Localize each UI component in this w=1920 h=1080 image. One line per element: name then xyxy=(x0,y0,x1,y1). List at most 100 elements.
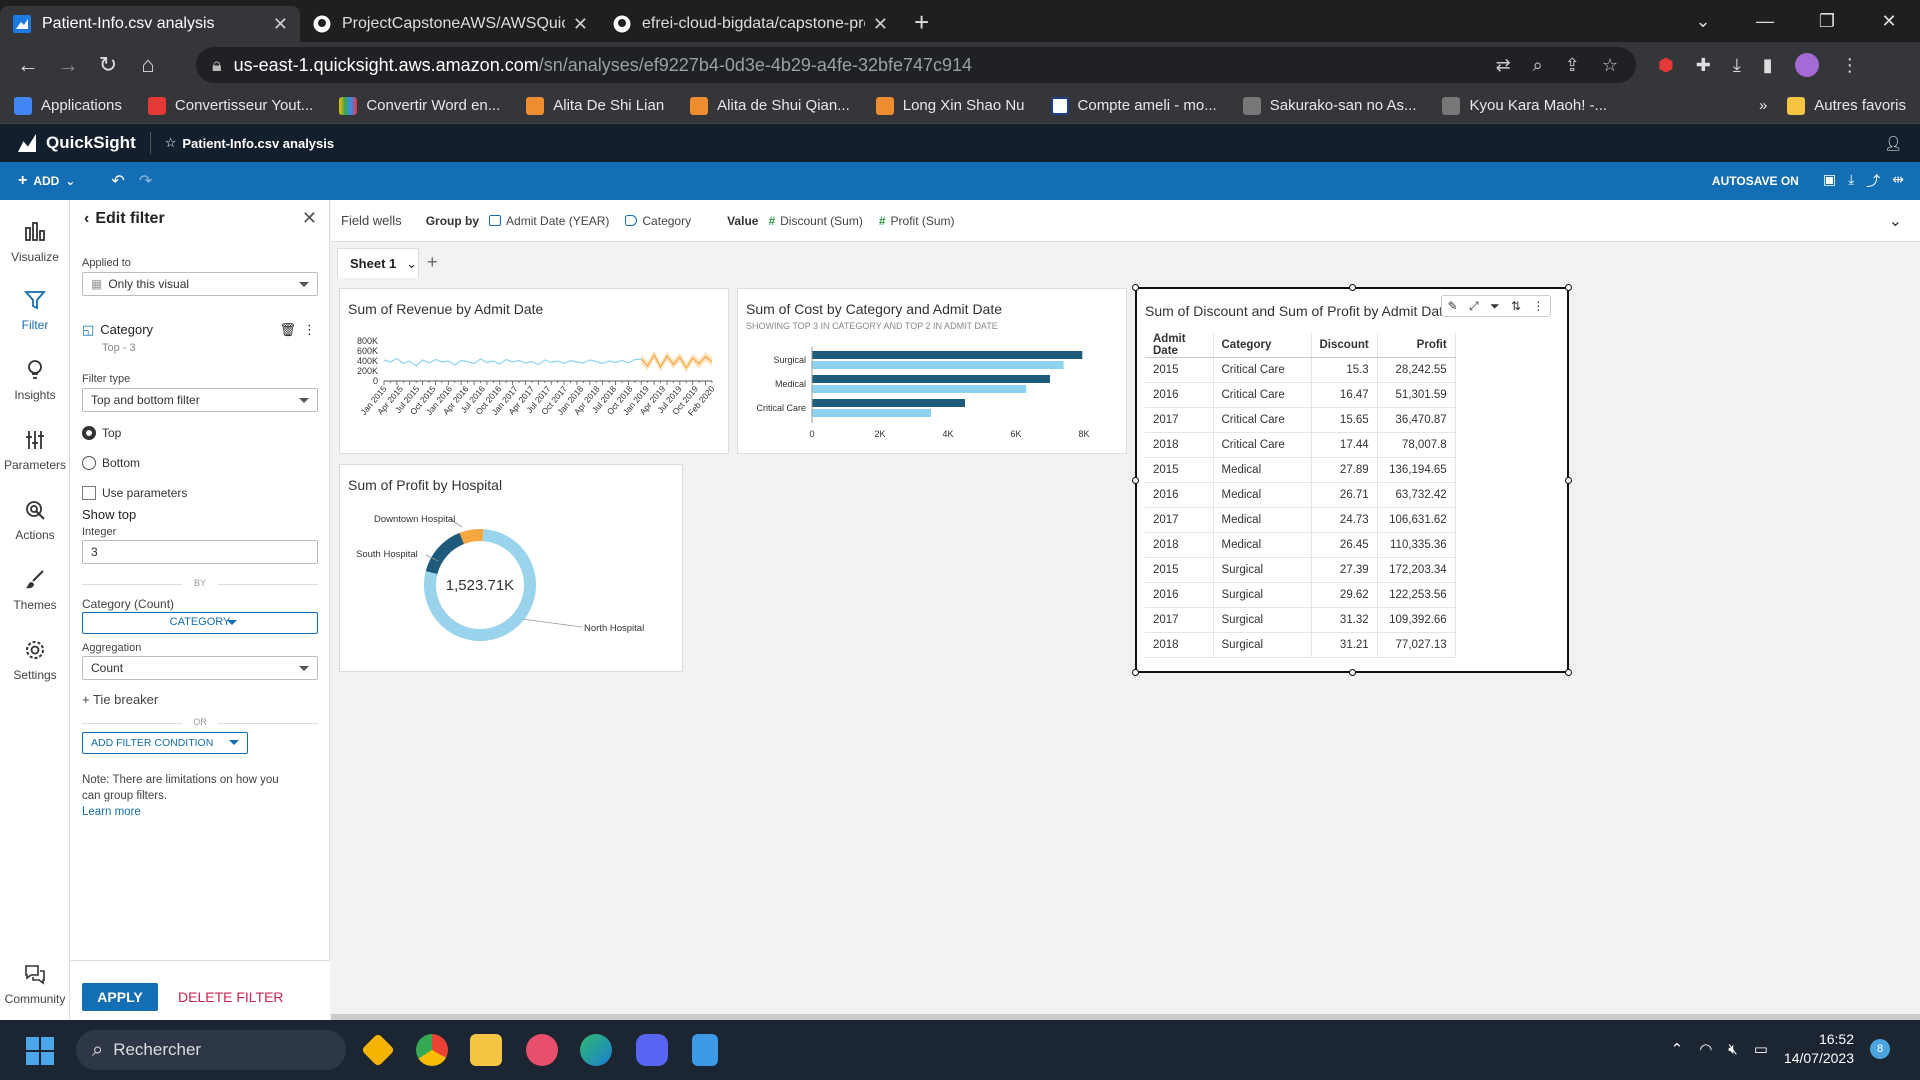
windows-start-icon[interactable] xyxy=(26,1037,54,1065)
redo-icon[interactable]: ↷ xyxy=(139,171,152,191)
applied-to-select[interactable]: ▦ Only this visual xyxy=(82,272,318,296)
save-icon[interactable]: ▣ xyxy=(1823,171,1836,191)
side-panel-icon[interactable]: ▮ xyxy=(1763,55,1773,76)
learn-more-link[interactable]: Learn more xyxy=(82,806,141,818)
radio-top[interactable]: Top xyxy=(82,426,121,440)
nav-settings[interactable]: Settings xyxy=(0,638,70,682)
close-window-icon[interactable]: ✕ xyxy=(1858,0,1920,42)
clock[interactable]: 16:52 14/07/2023 xyxy=(1784,1030,1854,1068)
resize-handle[interactable] xyxy=(1565,284,1572,291)
translate-icon[interactable]: ⇄ xyxy=(1496,55,1511,76)
quicksight-logo[interactable]: QuickSight xyxy=(18,133,136,153)
table-row[interactable]: 2018 Medical 26.45 110,335.36 xyxy=(1145,532,1456,558)
browser-menu-icon[interactable]: ⋮ xyxy=(1841,55,1859,76)
tab-search-icon[interactable]: ⌄ xyxy=(1672,0,1734,42)
chrome-icon[interactable] xyxy=(416,1034,448,1066)
favorite-star-icon[interactable]: ☆ xyxy=(165,135,177,151)
add-button[interactable]: + ADD ⌄ xyxy=(18,172,75,190)
resize-handle[interactable] xyxy=(1132,669,1139,676)
column-header[interactable]: Profit xyxy=(1377,333,1456,358)
edge-icon[interactable] xyxy=(580,1034,612,1066)
close-tab-icon[interactable]: ✕ xyxy=(573,14,588,35)
collapse-chevron-icon[interactable]: ⌄ xyxy=(1889,211,1902,231)
filter-field[interactable]: ◱ Category 🗑︎ ⋮ xyxy=(82,322,318,338)
speaker-muted-icon[interactable]: 🔇︎ xyxy=(1728,1041,1737,1058)
integer-input[interactable]: 3 xyxy=(82,540,318,564)
table-row[interactable]: 2015 Medical 27.89 136,194.65 xyxy=(1145,457,1456,483)
file-explorer-icon[interactable] xyxy=(470,1034,502,1066)
new-tab-button[interactable]: + xyxy=(900,7,943,42)
other-bookmarks[interactable]: Autres favoris xyxy=(1787,96,1906,115)
share-icon[interactable]: ⤴ xyxy=(1866,171,1880,191)
analysis-title[interactable]: ☆ Patient-Info.csv analysis xyxy=(165,135,334,151)
column-header[interactable]: Discount xyxy=(1311,333,1378,358)
discord-icon[interactable] xyxy=(636,1034,668,1066)
nav-filter[interactable]: Filter xyxy=(0,288,70,332)
table-row[interactable]: 2015 Surgical 27.39 172,203.34 xyxy=(1145,557,1456,583)
bookmark-item[interactable]: Kyou Kara Maoh! -... xyxy=(1442,96,1607,115)
table-row[interactable]: 2015 Critical Care 15.3 28,242.55 xyxy=(1145,357,1456,383)
extensions-puzzle-icon[interactable]: ✚ xyxy=(1696,55,1711,76)
user-icon[interactable]: 👤︎ xyxy=(1884,135,1920,152)
close-tab-icon[interactable]: ✕ xyxy=(873,14,888,35)
value-field[interactable]: # Discount (Sum) xyxy=(768,214,862,228)
column-header[interactable]: Admit Date xyxy=(1145,333,1214,358)
radio-bottom[interactable]: Bottom xyxy=(82,456,140,470)
table-row[interactable]: 2017 Medical 24.73 106,631.62 xyxy=(1145,507,1456,533)
cost-bar-visual[interactable]: Sum of Cost by Category and Admit Date S… xyxy=(737,288,1127,454)
forward-icon[interactable]: → xyxy=(48,45,88,85)
group-by-field[interactable]: Admit Date (YEAR) xyxy=(489,214,609,228)
chevron-down-icon[interactable]: ⌄ xyxy=(406,256,417,272)
more-options-icon[interactable]: ⋮ xyxy=(303,322,316,338)
group-by-field[interactable]: Category xyxy=(625,214,691,228)
bookmark-item[interactable]: Alita de Shui Qian... xyxy=(690,96,850,115)
column-header[interactable]: Category xyxy=(1213,333,1312,358)
url-bar[interactable]: 🔒︎ us-east-1.quicksight.aws.amazon.com/s… xyxy=(196,47,1636,83)
nav-community[interactable]: Community xyxy=(0,962,70,1006)
bookmark-item[interactable]: Alita De Shi Lian xyxy=(526,96,664,115)
nav-insights[interactable]: Insights xyxy=(0,358,70,402)
bookmark-item[interactable]: Long Xin Shao Nu xyxy=(875,96,1025,115)
browser-tab[interactable]: efrei-cloud-bigdata/capstone-pro ✕ xyxy=(600,6,900,42)
nav-themes[interactable]: Themes xyxy=(0,568,70,612)
browser-tab-active[interactable]: Patient-Info.csv analysis ✕ xyxy=(0,6,300,42)
panel-header[interactable]: ‹ Edit filter xyxy=(84,210,165,228)
add-filter-condition-button[interactable]: ADD FILTER CONDITION xyxy=(82,732,248,754)
back-icon[interactable]: ← xyxy=(8,45,48,85)
autosave-status[interactable]: AUTOSAVE ON xyxy=(1712,174,1799,188)
trash-icon[interactable]: 🗑︎ xyxy=(279,322,296,338)
chevron-left-icon[interactable]: ‹ xyxy=(84,210,89,227)
minimize-icon[interactable]: — xyxy=(1734,0,1796,42)
battery-icon[interactable]: ▭ xyxy=(1754,1040,1768,1058)
close-tab-icon[interactable]: ✕ xyxy=(273,14,288,35)
bookmark-item[interactable]: Sakurako-san no As... xyxy=(1242,96,1416,115)
bookmark-item[interactable]: Convertisseur Yout... xyxy=(147,96,313,115)
expand-icon[interactable]: ⤢ xyxy=(1469,299,1479,314)
nav-parameters[interactable]: Parameters xyxy=(0,428,70,472)
table-row[interactable]: 2016 Surgical 29.62 122,253.56 xyxy=(1145,582,1456,608)
fit-width-icon[interactable]: ⇹ xyxy=(1892,171,1904,191)
tie-breaker-link[interactable]: + Tie breaker xyxy=(82,692,158,707)
notification-badge[interactable]: 8 xyxy=(1870,1039,1890,1059)
bookmark-applications[interactable]: Applications xyxy=(14,96,122,115)
value-field[interactable]: # Profit (Sum) xyxy=(879,214,955,228)
table-row[interactable]: 2018 Critical Care 17.44 78,007.8 xyxy=(1145,432,1456,458)
notepad-icon[interactable] xyxy=(692,1034,718,1066)
ublock-icon[interactable]: ⬢ xyxy=(1658,55,1674,76)
resize-handle[interactable] xyxy=(1565,669,1572,676)
app-icon[interactable] xyxy=(361,1033,395,1067)
lock-icon[interactable]: 🔒︎ xyxy=(212,55,222,76)
apply-button[interactable]: APPLY xyxy=(82,983,158,1011)
nav-visualize[interactable]: Visualize xyxy=(0,220,70,264)
resize-handle[interactable] xyxy=(1132,284,1139,291)
bookmark-star-icon[interactable]: ☆ xyxy=(1602,55,1618,76)
wifi-icon[interactable]: ◠ xyxy=(1699,1040,1712,1058)
table-row[interactable]: 2016 Critical Care 16.47 51,301.59 xyxy=(1145,382,1456,408)
sheet-tab[interactable]: Sheet 1 ⌄ xyxy=(337,248,419,278)
resize-handle[interactable] xyxy=(1132,477,1139,484)
table-row[interactable]: 2018 Surgical 31.21 77,027.13 xyxy=(1145,632,1456,658)
more-bookmarks-button[interactable]: » xyxy=(1759,97,1767,114)
table-row[interactable]: 2017 Critical Care 15.65 36,470.87 xyxy=(1145,407,1456,433)
profile-avatar-icon[interactable] xyxy=(1794,53,1819,77)
add-sheet-icon[interactable]: + xyxy=(427,252,438,273)
